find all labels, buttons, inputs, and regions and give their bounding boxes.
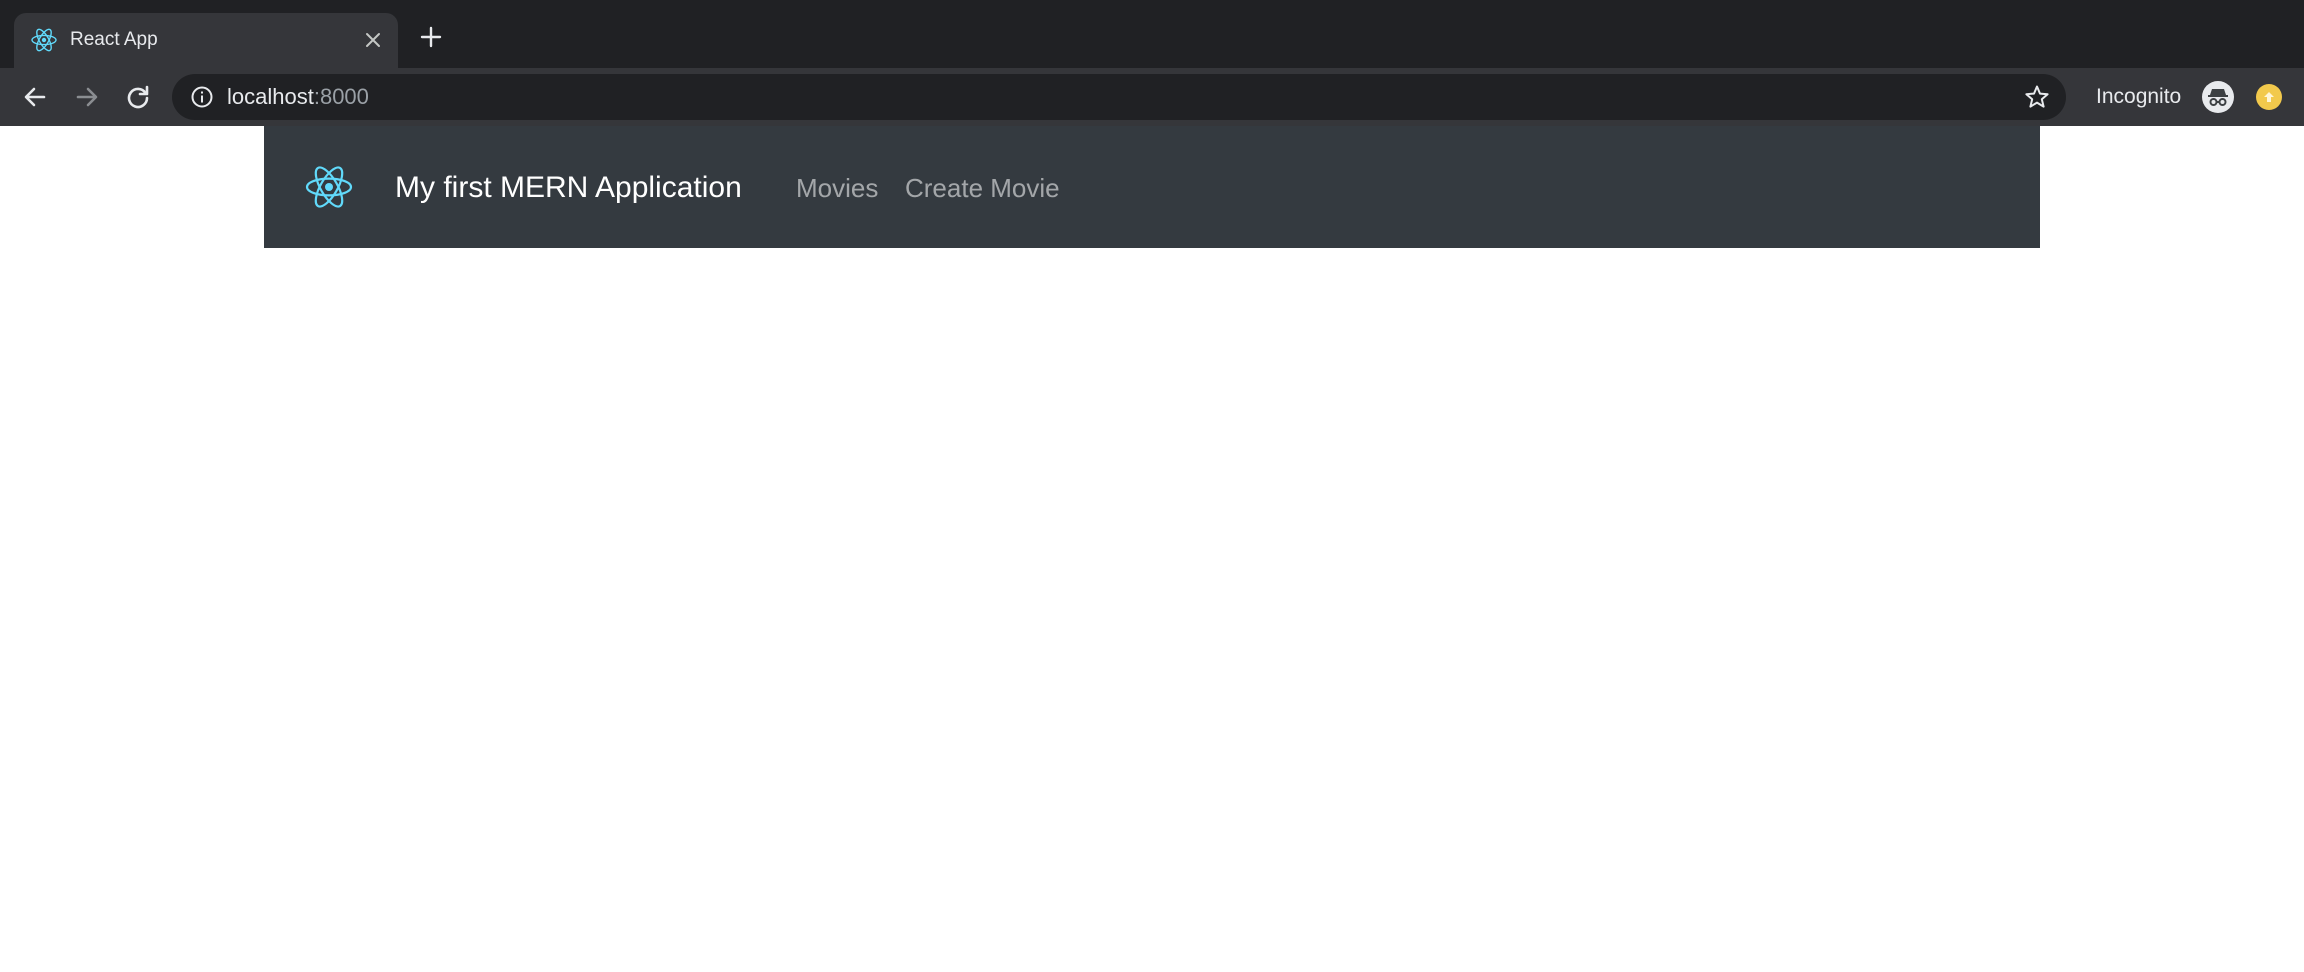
star-icon[interactable]: [2024, 84, 2050, 110]
close-icon[interactable]: [360, 27, 386, 53]
url-port: :8000: [313, 84, 369, 109]
incognito-icon[interactable]: [2202, 81, 2234, 113]
extension-update-icon[interactable]: [2256, 84, 2282, 110]
arrow-right-icon[interactable]: [72, 82, 102, 112]
incognito-label: Incognito: [2096, 85, 2182, 108]
address-bar[interactable]: localhost:8000: [172, 74, 2066, 120]
info-icon[interactable]: [190, 85, 214, 109]
brand-title[interactable]: My first MERN Application: [395, 171, 742, 205]
plus-icon[interactable]: [418, 24, 444, 50]
reload-icon[interactable]: [123, 82, 153, 112]
arrow-left-icon[interactable]: [20, 82, 50, 112]
browser-tab-strip: React App: [0, 0, 2304, 68]
page-viewport: My first MERN Application Movies Create …: [0, 126, 2304, 972]
app-navbar: My first MERN Application Movies Create …: [264, 126, 2040, 248]
url-text[interactable]: localhost:8000: [227, 85, 369, 109]
tab-title: React App: [70, 29, 158, 50]
nav-link-create-movie[interactable]: Create Movie: [905, 173, 1060, 203]
browser-tab-react-app[interactable]: React App: [14, 13, 398, 68]
react-atom-icon: [31, 28, 57, 52]
browser-toolbar: localhost:8000 Incognito: [0, 68, 2304, 126]
react-atom-icon[interactable]: [304, 162, 354, 212]
nav-link-movies[interactable]: Movies: [796, 173, 878, 203]
url-host: localhost: [227, 84, 314, 109]
